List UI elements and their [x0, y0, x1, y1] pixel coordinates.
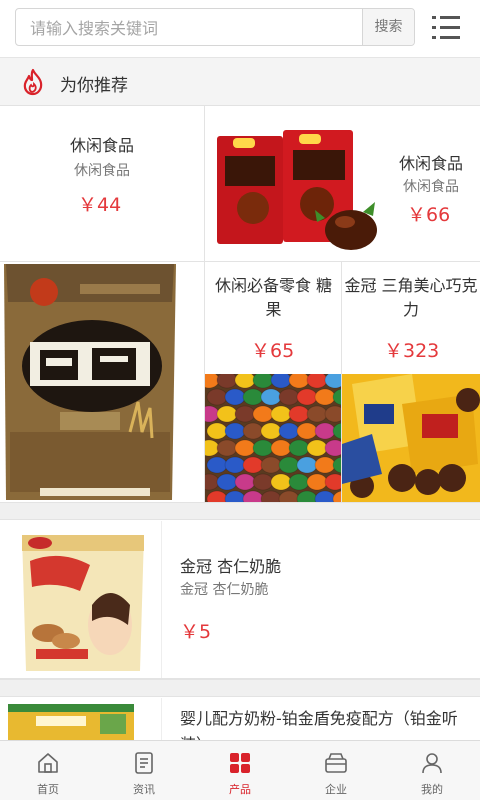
product-card-2[interactable]: 休闲食品 休闲食品 ￥66 — [205, 106, 480, 262]
nav-label: 首页 — [37, 783, 59, 796]
company-icon — [325, 753, 347, 773]
product-image-candy — [205, 374, 341, 502]
product-card-dou-ba[interactable] — [0, 262, 205, 502]
header: 搜索 — [0, 0, 480, 58]
home-icon — [38, 753, 58, 773]
nav-company[interactable]: 企业 — [288, 741, 384, 800]
product-card-3[interactable]: 休闲必备零食 糖果 ￥65 — [205, 262, 342, 502]
nav-label: 资讯 — [133, 783, 155, 796]
product-price: ￥5 — [180, 621, 212, 643]
product-sub: 金冠 杏仁奶脆 — [180, 582, 269, 598]
fire-icon — [23, 68, 43, 96]
nav-home[interactable]: 首页 — [0, 741, 96, 800]
product-card-4[interactable]: 金冠 三角美心巧克力 ￥323 — [342, 262, 480, 502]
product-name: 休闲必备零食 糖果 — [214, 276, 333, 319]
section-divider — [0, 679, 480, 697]
product-sub: 休闲食品 — [74, 163, 130, 179]
nav-label: 产品 — [229, 783, 251, 796]
product-image-almond-crisp — [0, 521, 162, 678]
search-input[interactable] — [30, 17, 360, 39]
product-price: ￥323 — [384, 340, 440, 362]
list-item[interactable]: 金冠 杏仁奶脆 金冠 杏仁奶脆 ￥5 — [0, 521, 480, 679]
product-sub: 休闲食品 — [403, 179, 459, 195]
recommend-grid: 休闲食品 休闲食品 ￥44 休闲食品 休闲食品 ￥66 休闲必备零食 糖果 ￥6… — [0, 106, 480, 502]
search-box: 搜索 — [15, 8, 415, 46]
product-image-milk-powder — [0, 698, 162, 740]
news-icon — [135, 752, 153, 774]
product-name: 金冠 杏仁奶脆 — [180, 557, 282, 576]
section-title: 为你推荐 — [60, 76, 128, 96]
user-icon — [422, 753, 442, 774]
nav-mine[interactable]: 我的 — [384, 741, 480, 800]
search-button[interactable]: 搜索 — [362, 9, 414, 45]
product-price: ￥44 — [78, 194, 122, 216]
product-image-chocolate — [342, 374, 480, 502]
product-name: 休闲食品 — [69, 136, 134, 155]
product-price: ￥66 — [407, 204, 451, 226]
nav-news[interactable]: 资讯 — [96, 741, 192, 800]
menu-icon[interactable] — [432, 16, 460, 40]
nav-label: 企业 — [325, 783, 347, 796]
product-name: 婴儿配方奶粉-铂金盾免疫配方（铂金听装） — [180, 709, 458, 740]
product-icon — [230, 753, 250, 773]
product-name: 休闲食品 — [398, 154, 463, 173]
product-image-dou-ba — [0, 262, 204, 502]
product-price: ￥65 — [251, 340, 295, 362]
list-item[interactable]: 婴儿配方奶粉-铂金盾免疫配方（铂金听装） — [0, 698, 480, 740]
section-divider — [0, 502, 480, 520]
product-name: 金冠 三角美心巧克力 — [344, 276, 478, 319]
bottom-nav: 首页 资讯 产品 企业 我的 — [0, 740, 480, 800]
product-card-1[interactable]: 休闲食品 休闲食品 ￥44 — [0, 106, 205, 262]
nav-products[interactable]: 产品 — [192, 741, 288, 800]
recommend-header: 为你推荐 — [0, 58, 480, 106]
nav-label: 我的 — [421, 783, 443, 796]
product-image-chestnut — [213, 128, 383, 258]
